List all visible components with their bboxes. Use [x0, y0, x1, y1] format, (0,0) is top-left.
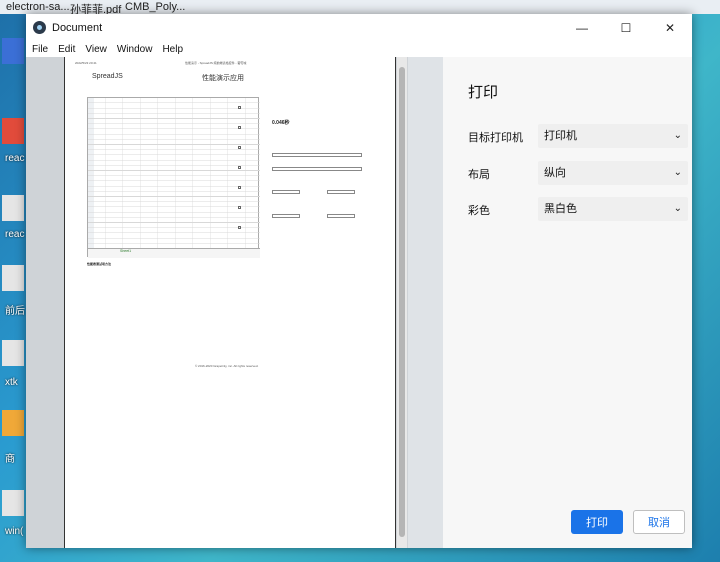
sheet-tab-bar: [88, 248, 260, 258]
desktop-icon-3[interactable]: [0, 195, 26, 221]
page-header: 性能演示 - SpreadJS 纯前端表格控件 - 葡萄城: [185, 61, 247, 65]
menu-window[interactable]: Window: [117, 44, 153, 55]
document-window: Document — ☐ ✕ File Edit View Window Hel…: [26, 14, 692, 548]
checkbox-cell: [238, 166, 241, 169]
maximize-button[interactable]: ☐: [604, 14, 648, 41]
app-icon: [2, 38, 24, 64]
color-row: 彩色 黑白色 ⌄: [468, 197, 688, 221]
settings-title: 打印: [468, 84, 499, 101]
menu-edit[interactable]: Edit: [58, 44, 75, 55]
desktop-icon-label: xtk: [5, 377, 18, 388]
footer-heading: 性能表测试项方法: [87, 262, 112, 266]
menu-help[interactable]: Help: [162, 44, 183, 55]
print-settings-panel: 打印 目标打印机 打印机 ⌄ 布局 纵向 ⌄ 彩色 黑白色 ⌄ 打印 取消: [443, 57, 692, 548]
chevron-down-icon: ⌄: [673, 203, 682, 214]
cancel-button[interactable]: 取消: [633, 510, 685, 534]
print-dialog: 2022/5/23 20:41 性能演示 - SpreadJS 纯前端表格控件 …: [26, 57, 692, 548]
chevron-down-icon: ⌄: [673, 167, 682, 178]
desktop-icon-5[interactable]: [0, 340, 26, 366]
desktop-icon-label: win(: [5, 526, 24, 537]
desktop-icon-2[interactable]: [0, 118, 26, 144]
minimize-button[interactable]: —: [560, 14, 604, 41]
desktop-icon-label: reac: [5, 229, 25, 240]
page-date: 2022/5/23 20:41: [75, 61, 97, 65]
sheet-grid: [88, 98, 260, 248]
checkbox-cell: [238, 106, 241, 109]
print-button[interactable]: 打印: [571, 510, 623, 534]
desktop-icon-1[interactable]: [0, 38, 26, 64]
checkbox-cell: [238, 186, 241, 189]
elapsed-time: 0.046秒: [272, 120, 290, 126]
chevron-down-icon: ⌄: [673, 130, 682, 141]
file-icon: [2, 118, 24, 144]
file-icon: [2, 490, 24, 516]
layout-label: 布局: [468, 169, 490, 181]
preview-page: 2022/5/23 20:41 性能演示 - SpreadJS 纯前端表格控件 …: [64, 57, 396, 548]
printer-row: 目标打印机 打印机 ⌄: [468, 124, 688, 148]
preview-button: [327, 190, 355, 194]
window-controls: — ☐ ✕: [560, 14, 692, 41]
title-bar[interactable]: Document — ☐ ✕: [26, 14, 692, 41]
file-icon: [2, 340, 24, 366]
close-button[interactable]: ✕: [648, 14, 692, 41]
preview-select: [272, 167, 362, 171]
checkbox-cell: [238, 146, 241, 149]
spreadsheet-snapshot: Sheet1: [87, 97, 260, 258]
preview-button: [327, 214, 355, 218]
printer-label: 目标打印机: [468, 132, 523, 144]
preview-button: [272, 214, 300, 218]
color-select[interactable]: 黑白色 ⌄: [538, 197, 688, 221]
checkbox-cell: [238, 206, 241, 209]
desktop-top-bar: electron-sa... 孙菲菲.pdf CMB_Poly...: [0, 0, 720, 16]
preview-select: [272, 153, 362, 157]
menu-file[interactable]: File: [32, 44, 48, 55]
file-icon: [2, 410, 24, 436]
desktop-file-3[interactable]: CMB_Poly...: [125, 1, 185, 13]
electron-app-icon: [33, 21, 46, 34]
desktop-icon-4[interactable]: [0, 265, 26, 291]
window-title: Document: [52, 21, 103, 34]
menu-bar: File Edit View Window Help: [26, 41, 692, 57]
scroll-thumb[interactable]: [399, 67, 405, 537]
desktop-icon-7[interactable]: [0, 490, 26, 516]
desktop-icon-6[interactable]: [0, 410, 26, 436]
desktop-icon-label: 商: [5, 454, 15, 465]
desktop-icon-label: reac: [5, 153, 25, 164]
checkbox-cell: [238, 126, 241, 129]
menu-view[interactable]: View: [85, 44, 107, 55]
sheet-tab: Sheet1: [120, 249, 132, 253]
color-label: 彩色: [468, 205, 490, 217]
layout-select[interactable]: 纵向 ⌄: [538, 161, 688, 185]
page-title: 性能演示应用: [202, 75, 244, 82]
printer-select[interactable]: 打印机 ⌄: [538, 124, 688, 148]
desktop-file-1[interactable]: electron-sa...: [6, 1, 70, 13]
footer-copyright: © 2016-2020 GrapeCity, inc. All rights r…: [195, 364, 259, 368]
print-preview[interactable]: 2022/5/23 20:41 性能演示 - SpreadJS 纯前端表格控件 …: [26, 57, 408, 548]
preview-button: [272, 190, 300, 194]
file-icon: [2, 265, 24, 291]
desktop-icon-label: 前后: [5, 306, 25, 317]
spreadjs-logo: SpreadJS: [92, 73, 123, 80]
checkbox-cell: [238, 226, 241, 229]
layout-row: 布局 纵向 ⌄: [468, 161, 688, 185]
file-icon: [2, 195, 24, 221]
preview-scrollbar[interactable]: [397, 57, 407, 548]
